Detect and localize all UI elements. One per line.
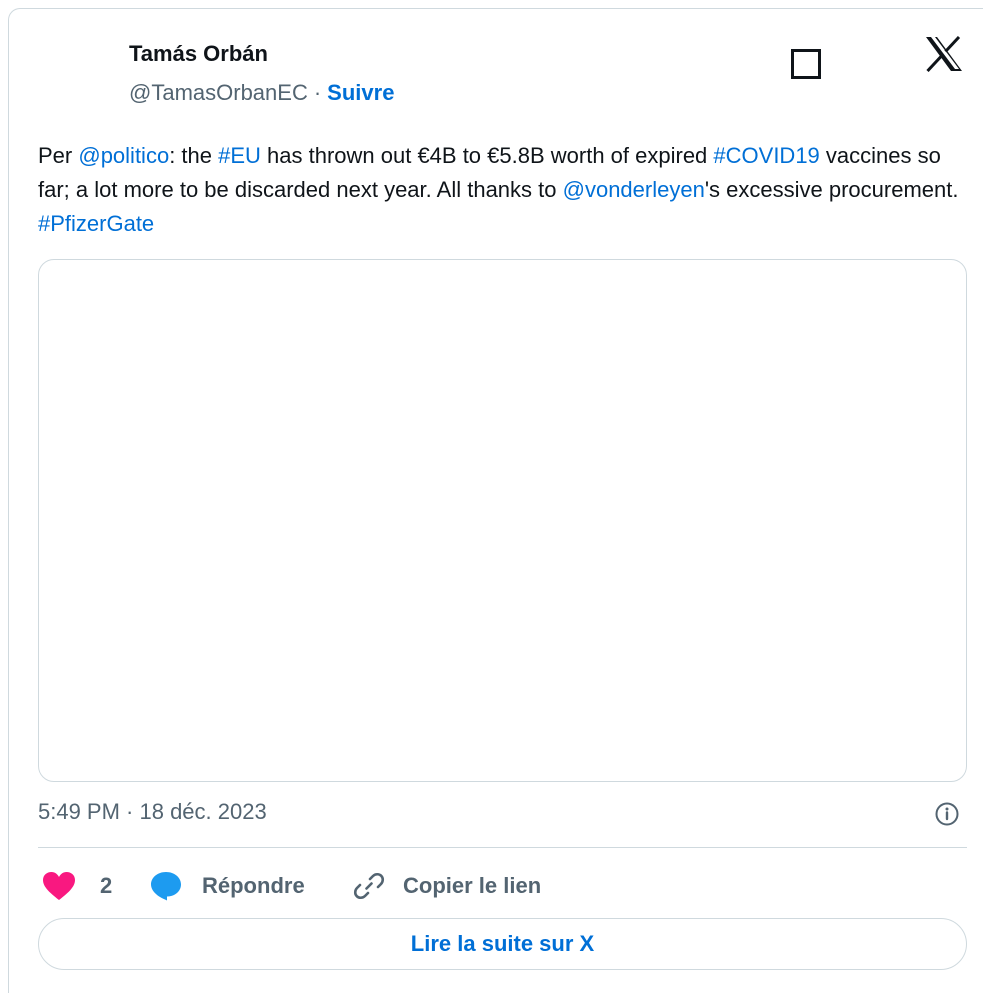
- tweet-embed-card: Tamás Orbán @TamasOrbanEC · Suivre Per @po…: [8, 8, 983, 993]
- mention-link[interactable]: @vonderleyen: [563, 177, 705, 202]
- reply-button[interactable]: Répondre: [150, 864, 305, 908]
- like-count: 2: [100, 873, 113, 898]
- reply-label: Répondre: [202, 873, 305, 898]
- copy-link-label: Copier le lien: [403, 873, 542, 898]
- author-name[interactable]: Tamás Orbán: [129, 41, 268, 67]
- hashtag-link[interactable]: #PfizerGate: [38, 211, 154, 236]
- tweet-actions: 2 Répondre Copier le lien: [38, 864, 967, 908]
- copy-link-button[interactable]: Copier le lien: [353, 864, 541, 908]
- mention-link[interactable]: @politico: [78, 143, 169, 168]
- tweet-text-segment: has thrown out €4B to €5.8B worth of exp…: [260, 143, 714, 168]
- heart-icon: [43, 872, 75, 900]
- meta-separator: ·: [313, 80, 322, 105]
- tweet-text-segment: 's excessive procurement.: [704, 177, 959, 202]
- tweet-text-segment: : the: [169, 143, 219, 168]
- follow-link[interactable]: Suivre: [327, 80, 394, 105]
- like-button[interactable]: 2: [42, 864, 112, 908]
- speech-bubble-icon: [151, 872, 181, 901]
- tweet-timestamp[interactable]: 5:49 PM · 18 déc. 2023: [38, 799, 267, 825]
- divider: [38, 847, 967, 848]
- info-icon[interactable]: [934, 801, 960, 827]
- square-icon: [791, 49, 821, 79]
- read-more-button[interactable]: Lire la suite sur X: [38, 918, 967, 970]
- author-meta: @TamasOrbanEC · Suivre: [129, 80, 394, 106]
- tweet-text: Per @politico: the #EU has thrown out €4…: [38, 139, 973, 241]
- link-icon: [353, 872, 385, 900]
- tweet-text-segment: Per: [38, 143, 79, 168]
- x-logo-icon[interactable]: [924, 36, 964, 72]
- author-handle[interactable]: @TamasOrbanEC: [129, 80, 308, 105]
- media-placeholder[interactable]: [38, 259, 967, 782]
- read-more-label: Lire la suite sur X: [410, 931, 595, 956]
- hashtag-link[interactable]: #EU: [218, 143, 261, 168]
- hashtag-link[interactable]: #COVID19: [713, 143, 819, 168]
- tweet-header: Tamás Orbán @TamasOrbanEC · Suivre: [9, 9, 983, 129]
